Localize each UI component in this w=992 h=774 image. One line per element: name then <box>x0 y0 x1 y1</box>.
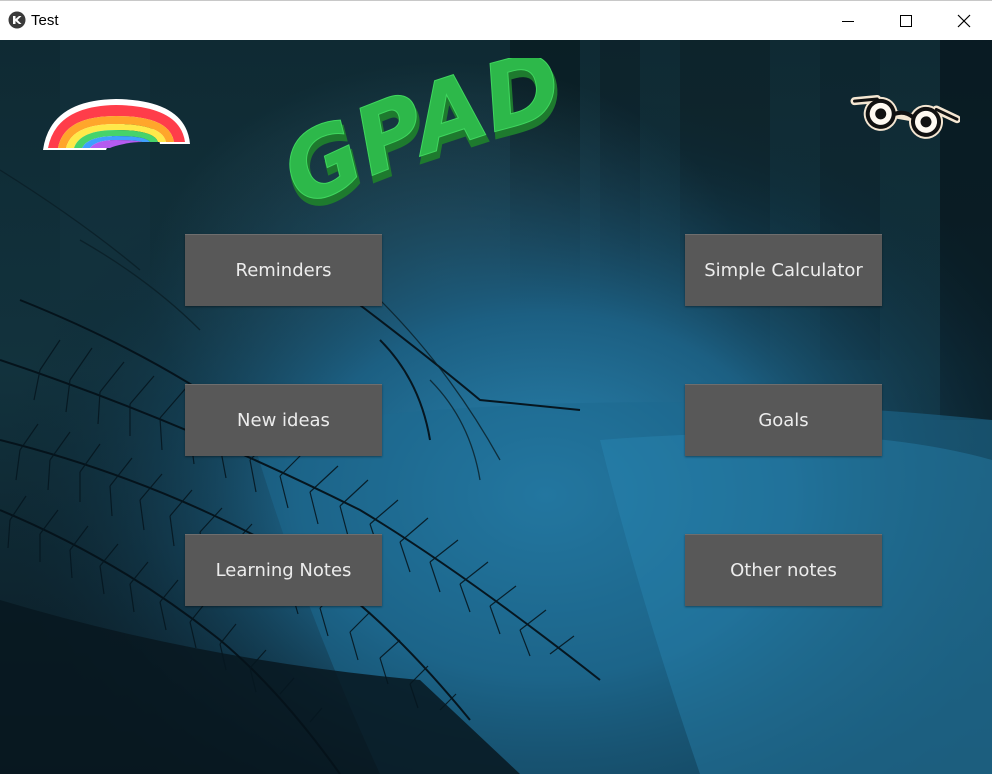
app-window: Test PAD PAD Reminders New ideas Learnin… <box>0 0 992 774</box>
close-icon <box>957 14 971 28</box>
svg-text:GPAD: GPAD <box>282 58 572 220</box>
gpad-logo: GPAD GPAD <box>282 58 576 220</box>
minimize-button[interactable] <box>819 1 877 41</box>
maximize-button[interactable] <box>877 1 935 41</box>
maximize-icon <box>900 15 912 27</box>
simple-calculator-button[interactable]: Simple Calculator <box>685 234 882 306</box>
main-screen: GPAD GPAD Reminders New ideas Learning N… <box>0 40 992 774</box>
goals-button[interactable]: Goals <box>685 384 882 456</box>
glasses-icon <box>850 95 960 139</box>
other-notes-button[interactable]: Other notes <box>685 534 882 606</box>
kivy-app-icon <box>8 11 26 29</box>
close-button[interactable] <box>935 1 992 41</box>
learning-notes-button[interactable]: Learning Notes <box>185 534 382 606</box>
title-bar[interactable]: Test <box>0 0 992 40</box>
reminders-button[interactable]: Reminders <box>185 234 382 306</box>
minimize-icon <box>842 21 854 22</box>
logo-text: GPAD <box>282 58 573 220</box>
window-title: Test <box>31 12 59 29</box>
rainbow-icon <box>43 99 190 150</box>
new-ideas-button[interactable]: New ideas <box>185 384 382 456</box>
